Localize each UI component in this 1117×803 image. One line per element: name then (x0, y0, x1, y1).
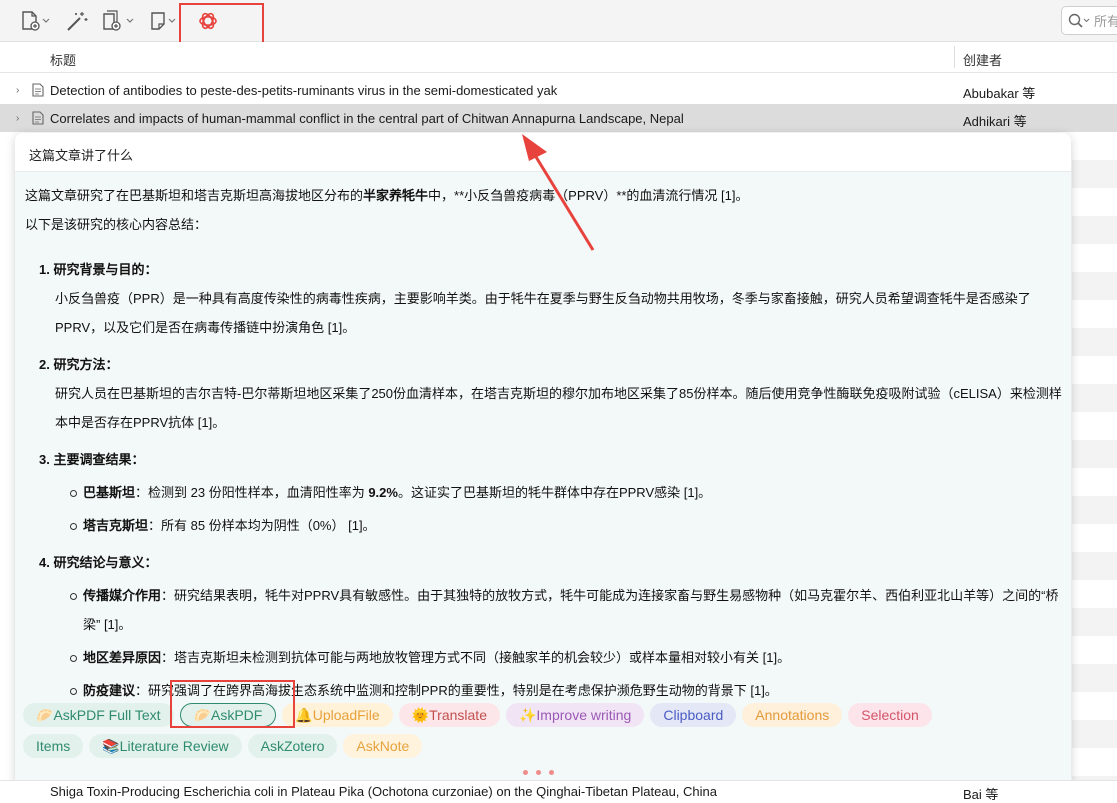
item-creator: Abubakar 等 (963, 86, 1036, 101)
item-creator: Bai 等 (963, 787, 999, 802)
askpdf-full-text-button[interactable]: 🥟 AskPDF Full Text (23, 703, 174, 727)
bullet-item: 塔吉克斯坦：所有 85 份样本均为阴性（0%） [1]。 (25, 511, 1065, 540)
new-item-button[interactable] (18, 9, 52, 33)
popup-answer: 这篇文章研究了在巴基斯坦和塔吉克斯坦高海拔地区分布的半家养牦牛中，**小反刍兽疫… (25, 181, 1065, 705)
magic-wand-icon (67, 12, 88, 31)
section-results: 3. 主要调查结果： 巴基斯坦：检测到 23 份阳性样本，血清阳性率为 9.2%… (25, 445, 1065, 540)
column-creator[interactable]: 创建者 (963, 50, 1002, 69)
translate-button[interactable]: 🌞 Translate (398, 703, 500, 727)
new-item-icon (22, 11, 50, 31)
section-heading: 3. 主要调查结果： (39, 452, 145, 467)
item-title: Correlates and impacts of human-mammal c… (50, 111, 684, 126)
section-heading: 4. 研究结论与意义： (39, 555, 158, 570)
items-button[interactable]: Items (23, 734, 84, 758)
clipboard-button[interactable]: Clipboard (650, 703, 737, 727)
expand-chevron-icon[interactable]: › (16, 85, 19, 96)
askzotero-button[interactable]: AskZotero (247, 734, 338, 758)
expand-chevron-icon[interactable]: › (16, 113, 19, 124)
attachment-icon (103, 10, 134, 31)
column-title[interactable]: 标题 (50, 50, 76, 69)
document-icon (32, 83, 44, 97)
column-separator (954, 46, 955, 68)
section-background: 1. 研究背景与目的： 小反刍兽疫（PPR）是一种具有高度传染性的病毒性疾病，主… (25, 255, 1065, 342)
sparkles-icon: ✨ (518, 706, 537, 723)
magic-wand-button[interactable] (64, 9, 90, 33)
search-placeholder: 所有 (1094, 14, 1117, 29)
document-icon (32, 111, 44, 125)
search-icon (1068, 13, 1090, 28)
item-creator: Adhikari 等 (963, 114, 1027, 129)
section-body: 研究人员在巴基斯坦的吉尔吉特-巴尔蒂斯坦地区采集了250份血清样本，在塔吉克斯坦… (55, 386, 1062, 430)
note-icon (151, 12, 176, 30)
bell-icon: 🔔 (295, 706, 313, 723)
add-attachment-button[interactable] (100, 9, 136, 33)
asknote-button[interactable]: AskNote (343, 734, 423, 758)
literature-review-button[interactable]: 📚 Literature Review (89, 734, 242, 758)
sun-icon: 🌞 (411, 706, 430, 723)
highlight-box-askpdf (170, 680, 295, 728)
selection-button[interactable]: Selection (848, 703, 932, 727)
prompt-buttons-row-2: Items 📚 Literature Review AskZotero AskNo… (23, 734, 423, 758)
popup-question: 这篇文章讲了什么 (29, 148, 134, 163)
column-header: 标题 创建者 (0, 42, 1117, 73)
uploadfile-button[interactable]: 🔔 UploadFile (282, 703, 393, 727)
table-row[interactable]: › Detection of antibodies to peste-des-p… (0, 76, 1117, 104)
bullet-item: 巴基斯坦：检测到 23 份阳性样本，血清阳性率为 9.2%。这证实了巴基斯坦的牦… (25, 478, 1065, 507)
section-method: 2. 研究方法： 研究人员在巴基斯坦的吉尔吉特-巴尔蒂斯坦地区采集了250份血清… (25, 350, 1065, 437)
section-heading: 2. 研究方法： (39, 357, 119, 372)
more-options-dots-icon[interactable] (523, 770, 554, 775)
dumpling-icon: 🥟 (36, 706, 54, 723)
prompt-buttons-row-1: 🥟 AskPDF Full Text 🥟 AskPDF 🔔 UploadFile 🌞 T… (23, 703, 932, 727)
section-body: 小反刍兽疫（PPR）是一种具有高度传染性的病毒性疾病，主要影响羊类。由于牦牛在夏… (55, 291, 1031, 335)
books-icon: 📚 (102, 737, 120, 754)
search-box[interactable]: 所有 (1061, 6, 1117, 35)
new-note-button[interactable] (148, 9, 178, 33)
table-row[interactable]: Shiga Toxin-Producing Escherichia coli i… (0, 780, 1117, 802)
improve-writing-button[interactable]: ✨ Improve writing (505, 703, 645, 727)
list-background-stripes (1072, 132, 1117, 780)
red-arrow-annotation (522, 134, 595, 251)
bullet-item: 传播媒介作用：研究结果表明，牦牛对PPRV具有敏感性。由于其独特的放牧方式，牦牛… (25, 581, 1065, 639)
table-row-selected[interactable]: › Correlates and impacts of human-mammal… (0, 104, 1117, 132)
item-title: Shiga Toxin-Producing Escherichia coli i… (50, 784, 717, 799)
item-title: Detection of antibodies to peste-des-pet… (50, 83, 558, 98)
bullet-item: 地区差异原因：塔吉克斯坦未检测到抗体可能与两地放牧管理方式不同（接触家羊的机会较… (25, 643, 1065, 672)
toolbar: 所有 (0, 0, 1117, 48)
section-heading: 1. 研究背景与目的： (39, 262, 158, 277)
annotations-button[interactable]: Annotations (742, 703, 843, 727)
